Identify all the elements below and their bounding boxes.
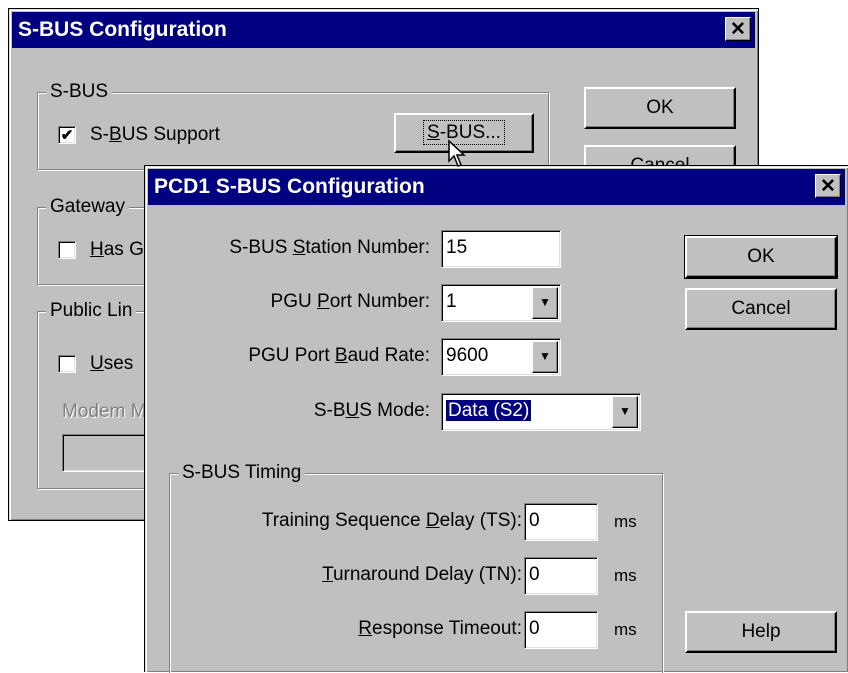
ts-label-pre: Training Sequence	[261, 510, 426, 531]
station-number-label: S-BUS Station Number:	[229, 236, 430, 260]
tn-label-mnemonic: T	[322, 564, 333, 585]
sbus-mode-select[interactable]: Data (S2) ▼	[441, 393, 641, 431]
modem-label: Modem M	[62, 401, 147, 422]
ts-label-post: elay (TS):	[439, 510, 522, 531]
pcd1-sbus-configuration-dialog: PCD1 S-BUS Configuration ✕ S-BUS Station…	[144, 165, 848, 673]
baud-label-mnemonic: B	[334, 345, 348, 366]
ok-button[interactable]: OK	[684, 235, 838, 279]
pgu-port-label-pre: PGU	[270, 291, 317, 312]
mode-label-mnemonic: U	[345, 400, 360, 421]
sbus-support-checkbox[interactable]: ✔	[58, 126, 76, 144]
rt-label-mnemonic: R	[358, 618, 373, 639]
close-icon[interactable]: ✕	[725, 17, 751, 41]
sbus-group-label: S-BUS	[46, 80, 113, 104]
uses-public-line-mnemonic: U	[90, 353, 104, 374]
ok-button[interactable]: OK	[584, 87, 736, 129]
station-label-post: tation Number:	[305, 237, 430, 258]
baud-label-pre: PGU Port	[248, 345, 335, 366]
cancel-button[interactable]: Cancel	[685, 288, 837, 330]
chevron-down-icon[interactable]: ▼	[532, 287, 558, 319]
gateway-group-label: Gateway	[46, 195, 129, 219]
has-gateway-mnemonic: H	[90, 239, 104, 260]
turnaround-delay-input[interactable]: 0	[524, 557, 598, 595]
close-icon[interactable]: ✕	[815, 174, 841, 198]
sbus-mode-value: Data (S2)	[444, 399, 533, 422]
has-gateway-checkbox[interactable]	[58, 241, 76, 259]
sbus-timing-group: S-BUS Timing Training Sequence Delay (TS…	[169, 461, 663, 673]
has-gateway-label[interactable]: Has G	[90, 238, 144, 262]
help-button[interactable]: Help	[685, 611, 837, 653]
sbus-group: S-BUS ✔ S-BUS Support S-BUS...	[37, 80, 549, 170]
sbus-configuration-titlebar[interactable]: S-BUS Configuration ✕	[12, 12, 755, 48]
station-number-input[interactable]: 15	[441, 230, 561, 268]
tn-unit: ms	[614, 566, 637, 585]
pcd1-titlebar[interactable]: PCD1 S-BUS Configuration ✕	[148, 169, 845, 205]
pcd1-title: PCD1 S-BUS Configuration	[154, 175, 425, 198]
training-sequence-delay-input[interactable]: 0	[524, 503, 598, 541]
pgu-port-number-label: PGU Port Number:	[271, 290, 430, 314]
chevron-down-icon[interactable]: ▼	[612, 396, 638, 428]
has-gateway-label-post: as G	[103, 239, 144, 260]
mode-label-post: S Mode:	[359, 400, 430, 421]
pgu-port-number-select[interactable]: 1 ▼	[441, 284, 561, 322]
rt-unit: ms	[614, 620, 637, 639]
public-line-group-label: Public Lin	[46, 299, 137, 323]
rt-label-post: esponse Timeout:	[372, 618, 522, 639]
pgu-port-baud-rate-select[interactable]: 9600 ▼	[441, 338, 561, 376]
tn-label-post: urnaround Delay (TN):	[332, 564, 522, 585]
chevron-down-icon[interactable]: ▼	[532, 341, 558, 373]
uses-public-line-label[interactable]: Uses	[90, 352, 133, 376]
response-timeout-label: Response Timeout:	[358, 617, 522, 641]
sbus-timing-group-label: S-BUS Timing	[178, 461, 306, 485]
sbus-mode-label: S-BUS Mode:	[314, 399, 430, 423]
station-label-pre: S-BUS	[229, 237, 293, 258]
pgu-port-number-value: 1	[446, 291, 457, 312]
mode-label-pre: S-B	[313, 400, 346, 421]
sbus-support-label-post: US Support	[121, 124, 220, 145]
turnaround-delay-label: Turnaround Delay (TN):	[322, 563, 522, 587]
pgu-port-baud-rate-label: PGU Port Baud Rate:	[248, 344, 430, 368]
ts-unit: ms	[614, 512, 637, 531]
uses-public-line-checkbox[interactable]	[58, 355, 76, 373]
sbus-settings-mnemonic: S	[427, 122, 440, 143]
sbus-support-label-mnemonic: B	[109, 124, 122, 145]
pgu-port-label-post: ort Number:	[329, 291, 430, 312]
response-timeout-input[interactable]: 0	[524, 611, 598, 649]
training-sequence-delay-label: Training Sequence Delay (TS):	[262, 509, 522, 533]
ts-label-mnemonic: D	[425, 510, 440, 531]
mouse-cursor-icon	[448, 139, 466, 167]
station-label-mnemonic: S	[292, 237, 306, 258]
baud-label-post: aud Rate:	[347, 345, 430, 366]
sbus-configuration-title: S-BUS Configuration	[18, 18, 227, 41]
sbus-support-label-pre: S-	[90, 124, 109, 145]
sbus-support-label[interactable]: S-BUS Support	[90, 123, 220, 147]
baud-rate-value: 9600	[446, 345, 489, 366]
pgu-port-label-mnemonic: P	[317, 291, 330, 312]
uses-public-line-label-post: ses	[103, 353, 134, 374]
